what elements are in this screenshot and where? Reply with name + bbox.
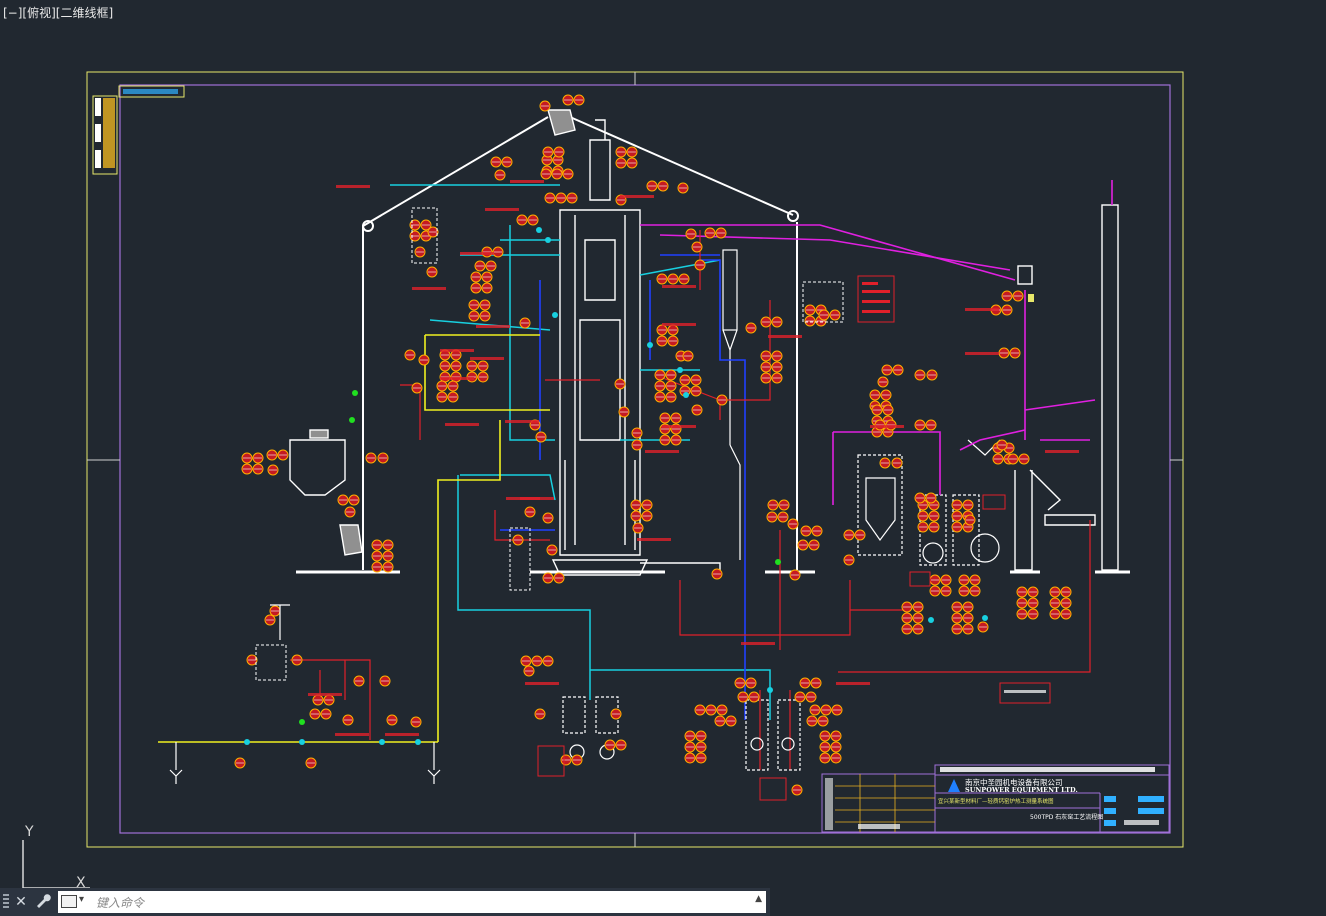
heat-exchanger [722,249,741,560]
drawing-canvas[interactable]: 南京中圣园机电设备有限公司 SUNPOWER EQUIPMENT LTD. 宜兴… [0,0,1326,916]
revision-block [92,85,185,175]
chevron-down-icon[interactable]: ▾ [79,894,84,905]
limestone-hopper [289,429,363,556]
dashed-enclosures [255,207,844,681]
drawing-subtitle: 500TPD 石灰窑工艺流程图 [1030,813,1103,821]
gas-inlets [169,604,441,784]
command-input-container: ▾ ▲ [58,891,766,914]
triangle-up-icon[interactable]: ▲ [755,894,762,904]
ucs-y-label: Y [24,824,34,840]
chimney [1014,204,1119,571]
command-input[interactable] [94,892,738,914]
command-line-bar: ✕ ▾ ▲ [0,888,770,916]
close-icon[interactable]: ✕ [12,892,30,912]
title-block: 南京中圣园机电设备有限公司 SUNPOWER EQUIPMENT LTD. 宜兴… [821,764,1170,833]
blue-pipes [500,254,746,720]
tag-labels [308,180,1079,736]
drawing-title: 宜兴某新型材料厂—轻质钙窑炉热工测量系统图 [938,797,1054,805]
valves [244,227,988,745]
company-name-en: SUNPOWER EQUIPMENT LTD. [965,786,1078,794]
cyan-pipes [390,184,771,720]
instrument-bubbles [234,95,1071,796]
pump-skid [562,696,801,771]
wrench-icon[interactable] [34,892,52,912]
ucs-icon: Y X [22,824,90,890]
command-prompt-icon[interactable] [61,895,77,908]
grip-handle[interactable] [3,894,9,910]
